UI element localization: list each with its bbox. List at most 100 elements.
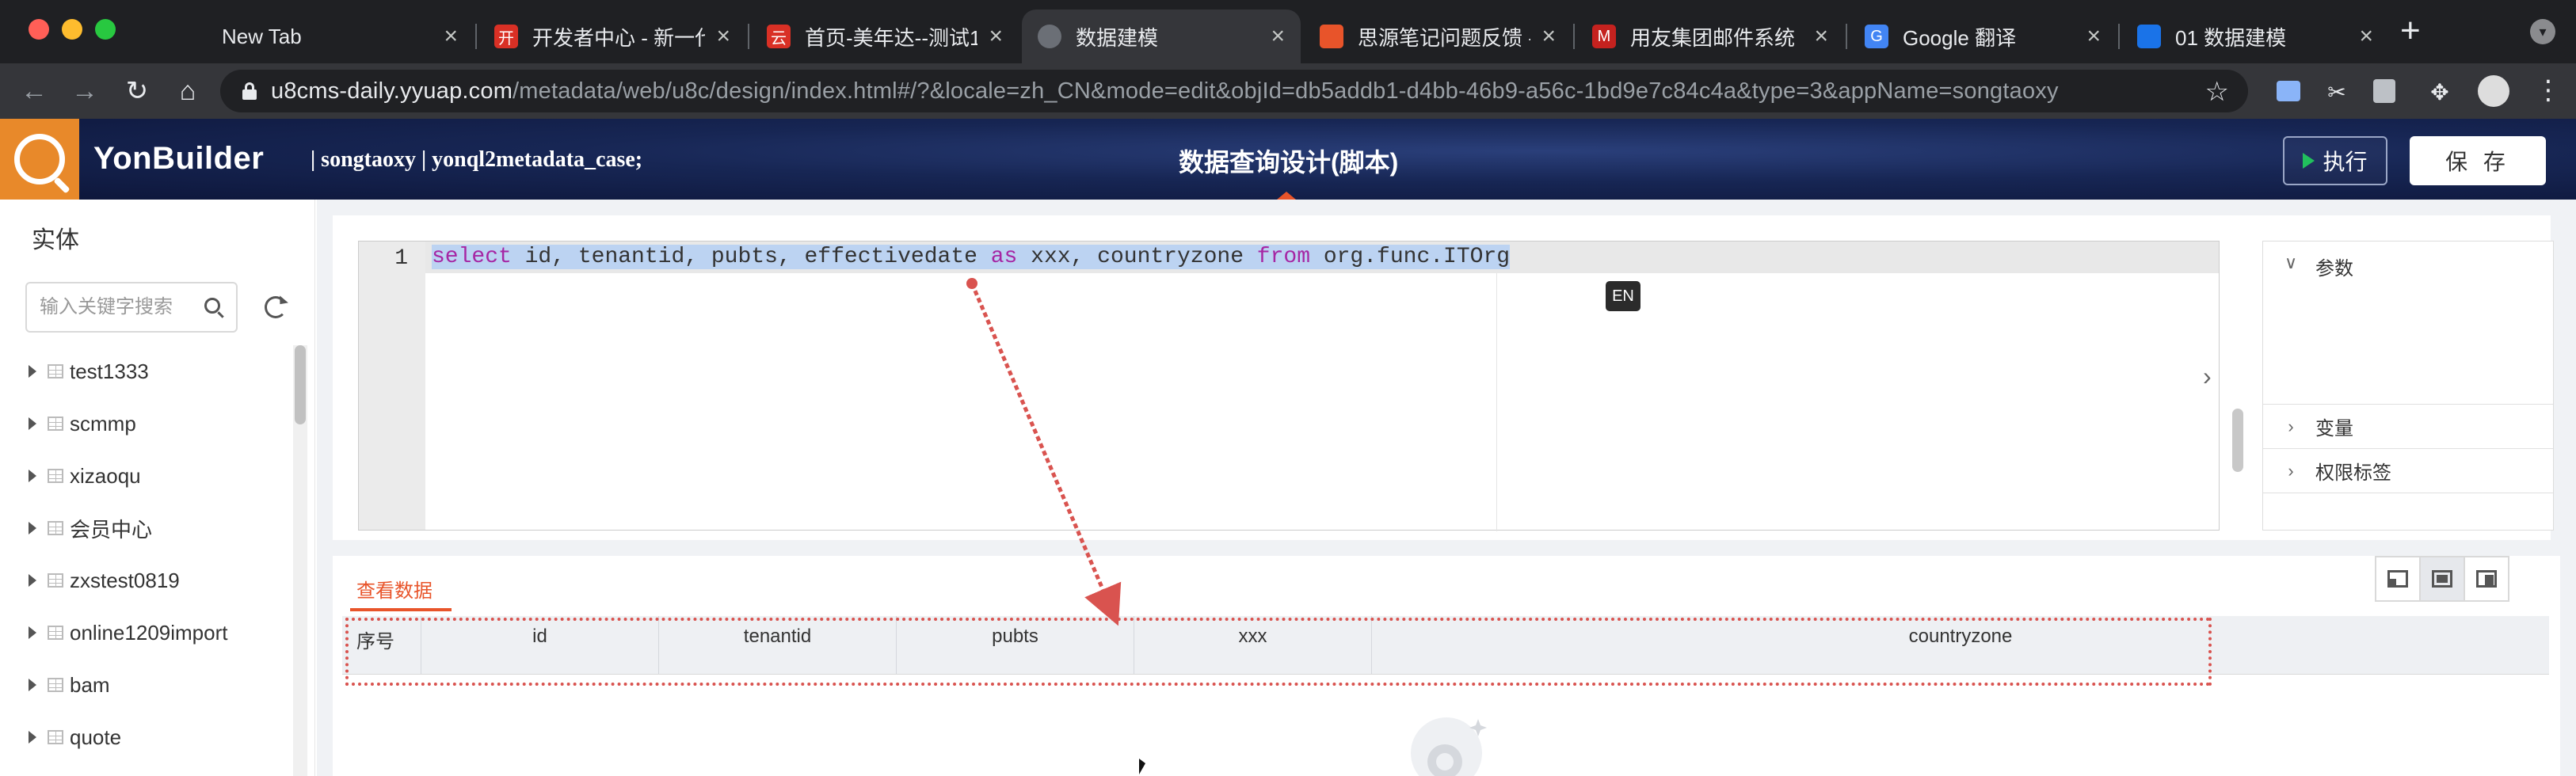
close-icon[interactable]: × <box>1271 23 1285 50</box>
code-line[interactable]: select id, tenantid, pubts, effectivedat… <box>432 245 1511 269</box>
browser-tab-google-translate[interactable]: G Google 翻译 × <box>1849 10 2117 63</box>
search-icon[interactable] <box>204 298 220 314</box>
close-icon[interactable]: × <box>989 23 1003 50</box>
tree-item[interactable]: scmmp <box>0 398 293 450</box>
chevron-right-icon[interactable]: › <box>2284 417 2298 437</box>
run-button[interactable]: 执行 <box>2283 136 2387 185</box>
url-text[interactable]: u8cms-daily.yyuap.com/metadata/web/u8c/d… <box>271 78 2059 105</box>
forward-arrow-icon[interactable]: → <box>65 71 105 111</box>
params-section[interactable]: ∨ 参数 <box>2263 242 2553 405</box>
browser-tab-new-tab[interactable]: New Tab × <box>206 10 474 63</box>
bookmark-star-icon[interactable]: ☆ <box>2205 76 2229 108</box>
grid-scrollbar[interactable] <box>2232 409 2243 472</box>
browser-tab-yonyou-mail[interactable]: M 用友集团邮件系统 × <box>1576 10 1844 63</box>
sidebar-scrollbar-thumb[interactable] <box>295 345 306 424</box>
column-header[interactable]: xxx <box>1134 616 1372 674</box>
doc-icon <box>2137 25 2161 48</box>
line-number: 1 <box>394 246 408 271</box>
section-label: 变量 <box>2315 418 2353 439</box>
lock-icon[interactable] <box>242 82 257 100</box>
sql-editor[interactable]: 1 select id, tenantid, pubts, effectived… <box>358 241 2220 531</box>
tree-item[interactable]: bam <box>0 659 293 711</box>
close-icon[interactable]: × <box>716 23 730 50</box>
close-icon[interactable]: × <box>1541 23 1556 50</box>
layout-right-icon <box>2476 570 2497 588</box>
extension-document-icon[interactable] <box>2373 79 2395 103</box>
browser-menu-kebab-icon[interactable]: ⋮ <box>2535 74 2562 106</box>
caret-right-icon[interactable] <box>29 731 36 744</box>
extensions-puzzle-icon[interactable]: ✥ <box>2425 78 2454 106</box>
caret-right-icon[interactable] <box>29 417 36 430</box>
caret-right-icon[interactable] <box>29 679 36 691</box>
play-icon <box>2303 153 2315 169</box>
new-tab-plus-icon[interactable]: + <box>2400 11 2421 51</box>
scissors-icon[interactable]: ✂ <box>2323 78 2351 106</box>
close-icon[interactable]: × <box>2359 23 2373 50</box>
yonbuilder-logo-icon <box>0 119 79 200</box>
close-icon[interactable]: × <box>1814 23 1828 50</box>
browser-tab-data-modeling[interactable]: 数据建模 × <box>1022 10 1301 63</box>
tab-view-data[interactable]: 查看数据 <box>356 575 433 603</box>
address-bar[interactable]: u8cms-daily.yyuap.com/metadata/web/u8c/d… <box>220 70 2248 112</box>
refresh-icon[interactable] <box>265 296 287 318</box>
tree-item[interactable]: test1333 <box>0 345 293 398</box>
browser-tab-siyuan-feedback[interactable]: 思源笔记问题反馈 - × <box>1304 10 1572 63</box>
column-header[interactable]: countryzone <box>1372 616 2549 674</box>
chevron-down-icon[interactable]: ∨ <box>2284 253 2298 273</box>
print-margin-line <box>1496 273 1497 531</box>
column-header[interactable]: pubts <box>897 616 1134 674</box>
window-minimize-button[interactable] <box>62 19 82 40</box>
caret-right-icon[interactable] <box>29 470 36 482</box>
entity-search-box <box>25 282 238 333</box>
tab-search-chevron-icon[interactable]: ▾ <box>2530 19 2555 44</box>
tree-item[interactable]: online1209import <box>0 607 293 659</box>
profile-avatar[interactable] <box>2478 75 2509 107</box>
input-method-badge: EN <box>1606 281 1640 311</box>
url-host: u8cms-daily.yyuap.com <box>271 78 513 104</box>
browser-tab-developer-center[interactable]: 开 开发者中心 - 新一代 × <box>478 10 746 63</box>
browser-tab-home[interactable]: 云 首页-美年达--测试1 × <box>751 10 1019 63</box>
extension-card-icon[interactable] <box>2277 81 2300 101</box>
grid-header: 序号 id tenantid pubts xxx countryzone <box>342 616 2549 675</box>
back-arrow-icon[interactable]: ← <box>14 71 54 111</box>
caret-right-icon[interactable] <box>29 365 36 378</box>
expand-panel-chevron-icon[interactable]: › <box>2203 362 2212 391</box>
yonyou-mail-icon: M <box>1592 25 1616 48</box>
chevron-right-icon[interactable]: › <box>2284 461 2298 481</box>
kai-logo-icon: 开 <box>494 25 518 48</box>
window-zoom-button[interactable] <box>95 19 116 40</box>
caret-right-icon[interactable] <box>29 626 36 639</box>
column-header[interactable]: tenantid <box>659 616 897 674</box>
siyuan-icon <box>1320 25 1343 48</box>
tab-divider <box>2118 24 2120 49</box>
tree-item[interactable]: 会员中心 <box>0 502 293 554</box>
column-header[interactable]: id <box>421 616 659 674</box>
layout-right-button[interactable] <box>2464 556 2509 602</box>
main-area: 1 select id, tenantid, pubts, effectived… <box>317 200 2576 776</box>
caret-right-icon[interactable] <box>29 522 36 534</box>
entity-search-input[interactable] <box>40 296 198 318</box>
permission-tags-section[interactable]: › 权限标签 <box>2263 449 2553 493</box>
reload-icon[interactable]: ↻ <box>117 71 157 111</box>
layout-split-icon <box>2432 570 2452 588</box>
close-icon[interactable]: × <box>2086 23 2101 50</box>
layout-left-button[interactable] <box>2375 556 2421 602</box>
tab-title: 01 数据建模 <box>2175 25 2287 50</box>
home-icon[interactable]: ⌂ <box>168 71 208 111</box>
code-text: org.func.ITOrg <box>1310 245 1511 269</box>
caret-right-icon[interactable] <box>29 574 36 587</box>
variables-section[interactable]: › 变量 <box>2263 405 2553 449</box>
close-icon[interactable]: × <box>444 23 458 50</box>
tree-item[interactable]: zxstest0819 <box>0 554 293 607</box>
section-label: 权限标签 <box>2315 462 2391 484</box>
code-text: id, tenantid, pubts, effectivedate <box>511 245 991 269</box>
tree-item[interactable]: quote <box>0 711 293 763</box>
tree-item[interactable]: xizaoqu <box>0 450 293 502</box>
tab-title: 用友集团邮件系统 <box>1630 25 1796 50</box>
column-header[interactable]: 序号 <box>342 616 421 674</box>
window-close-button[interactable] <box>29 19 49 40</box>
brand-name: YonBuilder <box>93 141 265 176</box>
save-button[interactable]: 保 存 <box>2410 136 2546 185</box>
browser-tab-data-modeling-doc[interactable]: 01 数据建模 × <box>2121 10 2389 63</box>
layout-split-button[interactable] <box>2419 556 2465 602</box>
